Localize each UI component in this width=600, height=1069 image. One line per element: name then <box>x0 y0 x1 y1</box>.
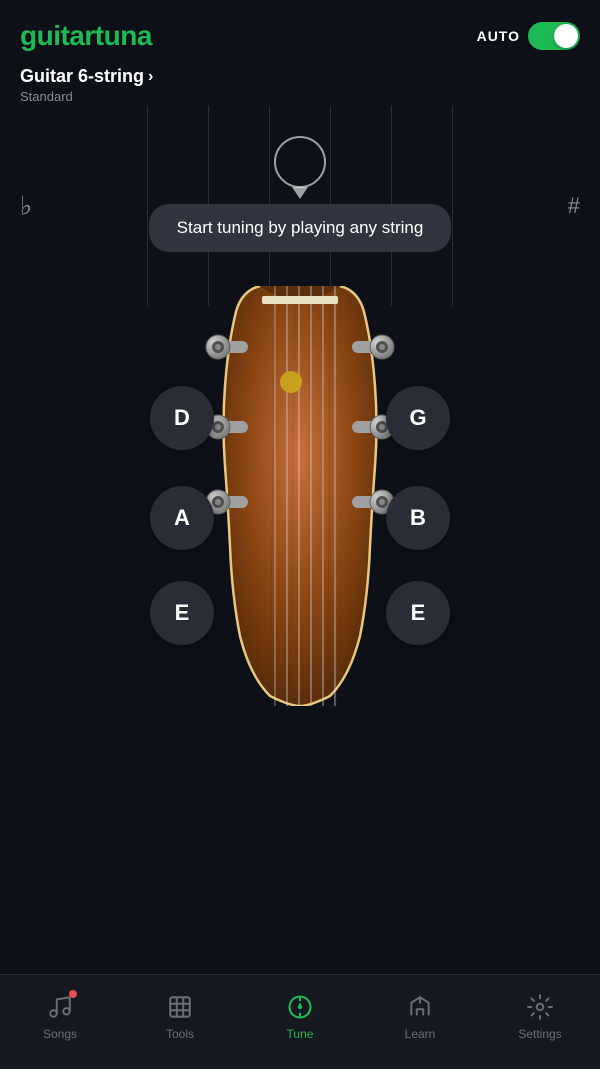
nav-item-settings[interactable]: Settings <box>500 993 580 1041</box>
learn-icon <box>406 993 434 1021</box>
string-line-6 <box>452 106 453 306</box>
string-button-G[interactable]: G <box>386 386 450 450</box>
tools-icon-svg <box>167 994 193 1020</box>
instrument-name-text: Guitar 6-string <box>20 66 144 87</box>
instrument-name-row[interactable]: Guitar 6-string › <box>20 66 580 87</box>
guitar-section: D A E G B E <box>0 286 600 706</box>
flat-symbol[interactable]: ♭ <box>20 191 32 222</box>
tuning-indicator <box>274 136 326 188</box>
peg-l2-screw <box>215 424 221 430</box>
nav-item-tools[interactable]: Tools <box>140 993 220 1041</box>
string-line-1 <box>147 106 148 306</box>
peg-r1-screw <box>379 344 385 350</box>
tune-icon-svg <box>286 993 314 1021</box>
bottom-navigation: Songs Tools Tune <box>0 974 600 1069</box>
nut <box>262 296 338 304</box>
tune-icon <box>286 993 314 1021</box>
tuning-pointer <box>292 187 308 199</box>
tuning-tooltip: Start tuning by playing any string <box>149 204 452 252</box>
settings-icon-svg <box>527 994 553 1020</box>
settings-label: Settings <box>518 1027 561 1041</box>
headstock-svg <box>180 286 420 706</box>
headstock-container: D A E G B E <box>150 286 450 706</box>
nav-item-learn[interactable]: Learn <box>380 993 460 1041</box>
learn-icon-svg <box>407 994 433 1020</box>
peg-r3-screw <box>379 499 385 505</box>
peg-r2-screw <box>379 424 385 430</box>
tuning-name: Standard <box>20 89 580 104</box>
logo-guitar: guitar <box>20 20 95 51</box>
settings-icon <box>526 993 554 1021</box>
peg-l3-screw <box>215 499 221 505</box>
header: guitartuna AUTO <box>0 0 600 62</box>
logo-tuna: tuna <box>95 20 152 51</box>
string-button-A[interactable]: A <box>150 486 214 550</box>
string-button-D[interactable]: D <box>150 386 214 450</box>
toggle-knob <box>554 24 578 48</box>
nav-item-tune[interactable]: Tune <box>260 993 340 1041</box>
auto-section: AUTO <box>477 22 580 50</box>
tuner-area: ♭ # Start tuning by playing any string <box>0 106 600 306</box>
tools-icon <box>166 993 194 1021</box>
peg-l1-screw <box>215 344 221 350</box>
songs-icon-svg <box>47 994 73 1020</box>
tools-label: Tools <box>166 1027 194 1041</box>
songs-icon <box>46 993 74 1021</box>
tuning-tooltip-text: Start tuning by playing any string <box>177 218 424 237</box>
instrument-chevron: › <box>148 68 153 86</box>
string-button-E-high[interactable]: E <box>386 581 450 645</box>
learn-label: Learn <box>405 1027 436 1041</box>
tuning-circle <box>274 136 326 188</box>
instrument-selector[interactable]: Guitar 6-string › Standard <box>0 62 600 106</box>
string-button-E-low[interactable]: E <box>150 581 214 645</box>
string-button-B[interactable]: B <box>386 486 450 550</box>
auto-toggle[interactable] <box>528 22 580 50</box>
sharp-symbol[interactable]: # <box>568 193 580 219</box>
songs-notification-dot <box>69 990 77 998</box>
nav-item-songs[interactable]: Songs <box>20 993 100 1041</box>
app-logo: guitartuna <box>20 20 152 52</box>
tune-label: Tune <box>287 1027 314 1041</box>
tuning-yellow-dot <box>280 371 302 393</box>
auto-label: AUTO <box>477 28 520 44</box>
songs-label: Songs <box>43 1027 77 1041</box>
